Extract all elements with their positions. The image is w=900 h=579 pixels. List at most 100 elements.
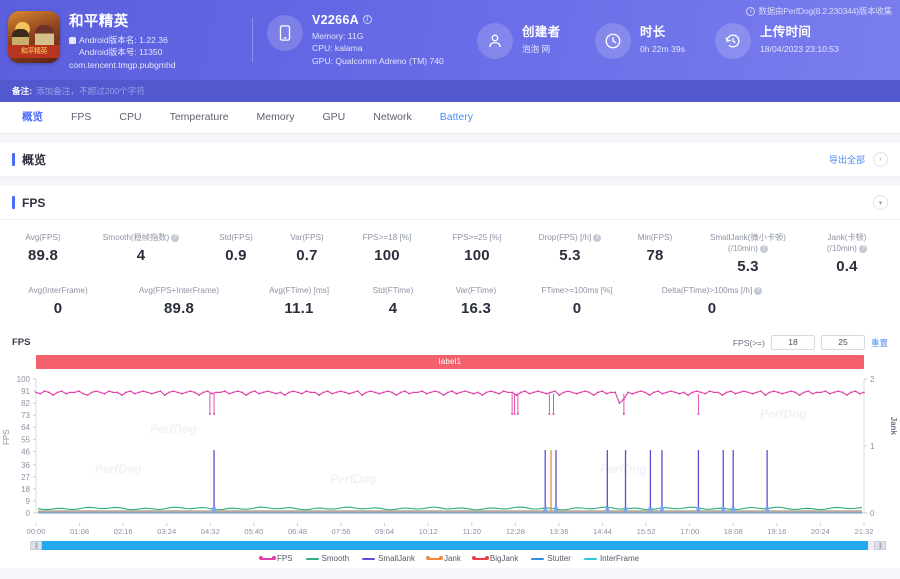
legend-marker: [583, 557, 597, 560]
device-model: V2266A: [312, 12, 359, 27]
tab-GPU[interactable]: GPU: [308, 102, 359, 133]
stat-value: 4: [136, 247, 146, 264]
help-icon[interactable]: ?: [760, 244, 769, 253]
svg-text:0: 0: [870, 509, 875, 518]
fps-plot[interactable]: FPS Jank 100 91 82 73 64 55 46 36 27 18 9 0 0 1 2 PerfD…: [0, 373, 900, 523]
chart-scrollbar[interactable]: ||| |||: [30, 541, 886, 550]
legend-item-smalljank[interactable]: SmallJank: [362, 554, 415, 563]
chart-scroll-thumb[interactable]: [38, 541, 868, 550]
svg-text:14:44: 14:44: [593, 527, 612, 536]
tab-Temperature[interactable]: Temperature: [156, 102, 243, 133]
tab-Memory[interactable]: Memory: [243, 102, 309, 133]
stat-label: Smooth(稳帧指数)?: [84, 232, 198, 243]
upload-text: 上传时间 18/04/2023 23:10:53: [751, 21, 839, 56]
collect-note-text: 数据由PerfDog(8.2.230344)版本收集: [758, 6, 892, 16]
svg-text:21:32: 21:32: [854, 527, 873, 536]
legend-item-bigjank[interactable]: BigJank: [471, 554, 519, 563]
duration-title: 时长: [640, 25, 666, 39]
legend-item-interframe[interactable]: InterFrame: [583, 554, 640, 563]
collect-version-note: i 数据由PerfDog(8.2.230344)版本收集: [746, 5, 892, 17]
app-version-code: Android版本号: 11350: [79, 47, 163, 58]
legend-marker: [531, 557, 545, 560]
stat-label: FPS>=18 [%]: [362, 233, 412, 242]
reset-button[interactable]: 重置: [871, 337, 888, 349]
svg-text:00:00: 00:00: [26, 527, 45, 536]
perfdog-report-page: i 数据由PerfDog(8.2.230344)版本收集 和平精英 和平精英 A…: [0, 0, 900, 579]
app-version-code-row: Android版本号: 11350: [69, 46, 176, 59]
svg-text:PerfDog: PerfDog: [150, 422, 197, 436]
duration-value: 0h 22m 39s: [640, 44, 685, 54]
stat-ftime-100ms-: FTime>=100ms [%] 0: [518, 281, 636, 323]
device-text: V2266A i Memory: 11G CPU: kalama GPU: Qu…: [303, 13, 444, 68]
overview-actions: 导出全部 ‹: [829, 152, 888, 167]
svg-text:55: 55: [21, 435, 30, 444]
stat-label: Min(FPS): [637, 233, 673, 242]
stat-min-fps-: Min(FPS) 78: [618, 228, 692, 270]
threshold-low-input[interactable]: 18: [770, 335, 815, 350]
stat-avg-ftime-ms-: Avg(FTime) [ms] 11.1: [246, 281, 352, 323]
svg-text:1: 1: [870, 442, 875, 451]
svg-text:20:24: 20:24: [811, 527, 830, 536]
overview-title: 概览: [12, 151, 46, 168]
chart-scroll-handle-right[interactable]: |||: [874, 541, 886, 550]
stat-fps-18-: FPS>=18 [%] 100: [342, 228, 432, 270]
svg-text:11:20: 11:20: [463, 527, 481, 536]
stat-label: FPS>=25 [%]: [452, 233, 502, 242]
tab-FPS[interactable]: FPS: [57, 102, 105, 133]
legend-marker: [305, 557, 319, 560]
stat-value: 5.3: [737, 258, 759, 275]
device-info-icon[interactable]: i: [362, 15, 372, 25]
tab-bar: 概览 FPS CPU Temperature Memory GPU Network Batte…: [0, 102, 900, 134]
tab-概览[interactable]: 概览: [8, 102, 57, 133]
help-icon[interactable]: ?: [171, 233, 180, 242]
overview-collapse-icon[interactable]: ‹: [873, 152, 888, 167]
legend-item-fps[interactable]: FPS: [258, 554, 293, 563]
stat-delta-ftime-100ms-h-: Delta(FTime)>100ms [/h]? 0: [636, 281, 788, 323]
legend-label: InterFrame: [599, 554, 640, 563]
stat-value: 0: [53, 300, 63, 317]
stat-value: 78: [646, 247, 664, 264]
legend-label: SmallJank: [378, 554, 415, 563]
stat-value: 11.1: [284, 300, 314, 317]
svg-text:82: 82: [21, 399, 30, 408]
remark-input[interactable]: 添加备注，不超过200个字符: [36, 85, 145, 97]
export-all-button[interactable]: 导出全部: [829, 153, 865, 166]
chart-scroll-handle-left[interactable]: |||: [30, 541, 42, 550]
tab-Battery[interactable]: Battery: [426, 102, 487, 133]
legend-label: Stutter: [547, 554, 571, 563]
report-header: i 数据由PerfDog(8.2.230344)版本收集 和平精英 和平精英 A…: [0, 0, 900, 80]
legend-item-stutter[interactable]: Stutter: [531, 554, 571, 563]
history-icon: [715, 23, 751, 59]
fps-card: FPS ▾ Avg(FPS) 89.8 Smooth(稳帧指数)? 4 Std(FPS)…: [0, 186, 900, 568]
y-axis-label: FPS: [2, 429, 11, 445]
fps-collapse-icon[interactable]: ▾: [873, 195, 888, 210]
help-icon[interactable]: ?: [859, 244, 868, 253]
chart-label-band[interactable]: label1: [36, 355, 864, 369]
svg-text:9: 9: [26, 497, 31, 506]
tab-Network[interactable]: Network: [359, 102, 426, 133]
device-memory: Memory: 11G: [312, 30, 364, 41]
stat-value: 5.3: [559, 247, 581, 264]
stats-row-1: Avg(FPS) 89.8 Smooth(稳帧指数)? 4 Std(FPS) 0.9 Var…: [4, 228, 896, 281]
help-icon[interactable]: ?: [593, 233, 602, 242]
app-meta: 和平精英 Android版本名: 1.22.36 Android版本号: 113…: [60, 9, 176, 72]
svg-text:05:40: 05:40: [244, 527, 263, 536]
fps-threshold-label: FPS(>=): [732, 337, 765, 348]
stat-value: 89.8: [164, 300, 194, 317]
stat-value: 0: [707, 300, 717, 317]
threshold-high-input[interactable]: 25: [820, 335, 865, 350]
legend-item-jank[interactable]: Jank: [425, 554, 461, 563]
svg-text:12:28: 12:28: [506, 527, 525, 536]
legend-label: BigJank: [489, 554, 519, 563]
stat-label: Avg(FPS): [25, 233, 61, 242]
help-icon[interactable]: ?: [754, 286, 763, 295]
svg-text:13:36: 13:36: [549, 527, 568, 536]
remark-bar[interactable]: 备注: 添加备注，不超过200个字符: [0, 80, 900, 102]
tab-CPU[interactable]: CPU: [105, 102, 155, 133]
duration-text: 时长 0h 22m 39s: [631, 21, 685, 56]
chart-toolbar: FPS FPS(>=) 18 25 重置: [0, 333, 900, 355]
stat-label: Std(FPS): [219, 233, 253, 242]
stat-value: 0.7: [296, 247, 318, 264]
legend-item-smooth[interactable]: Smooth: [305, 554, 349, 563]
stat-value: 100: [374, 247, 400, 264]
